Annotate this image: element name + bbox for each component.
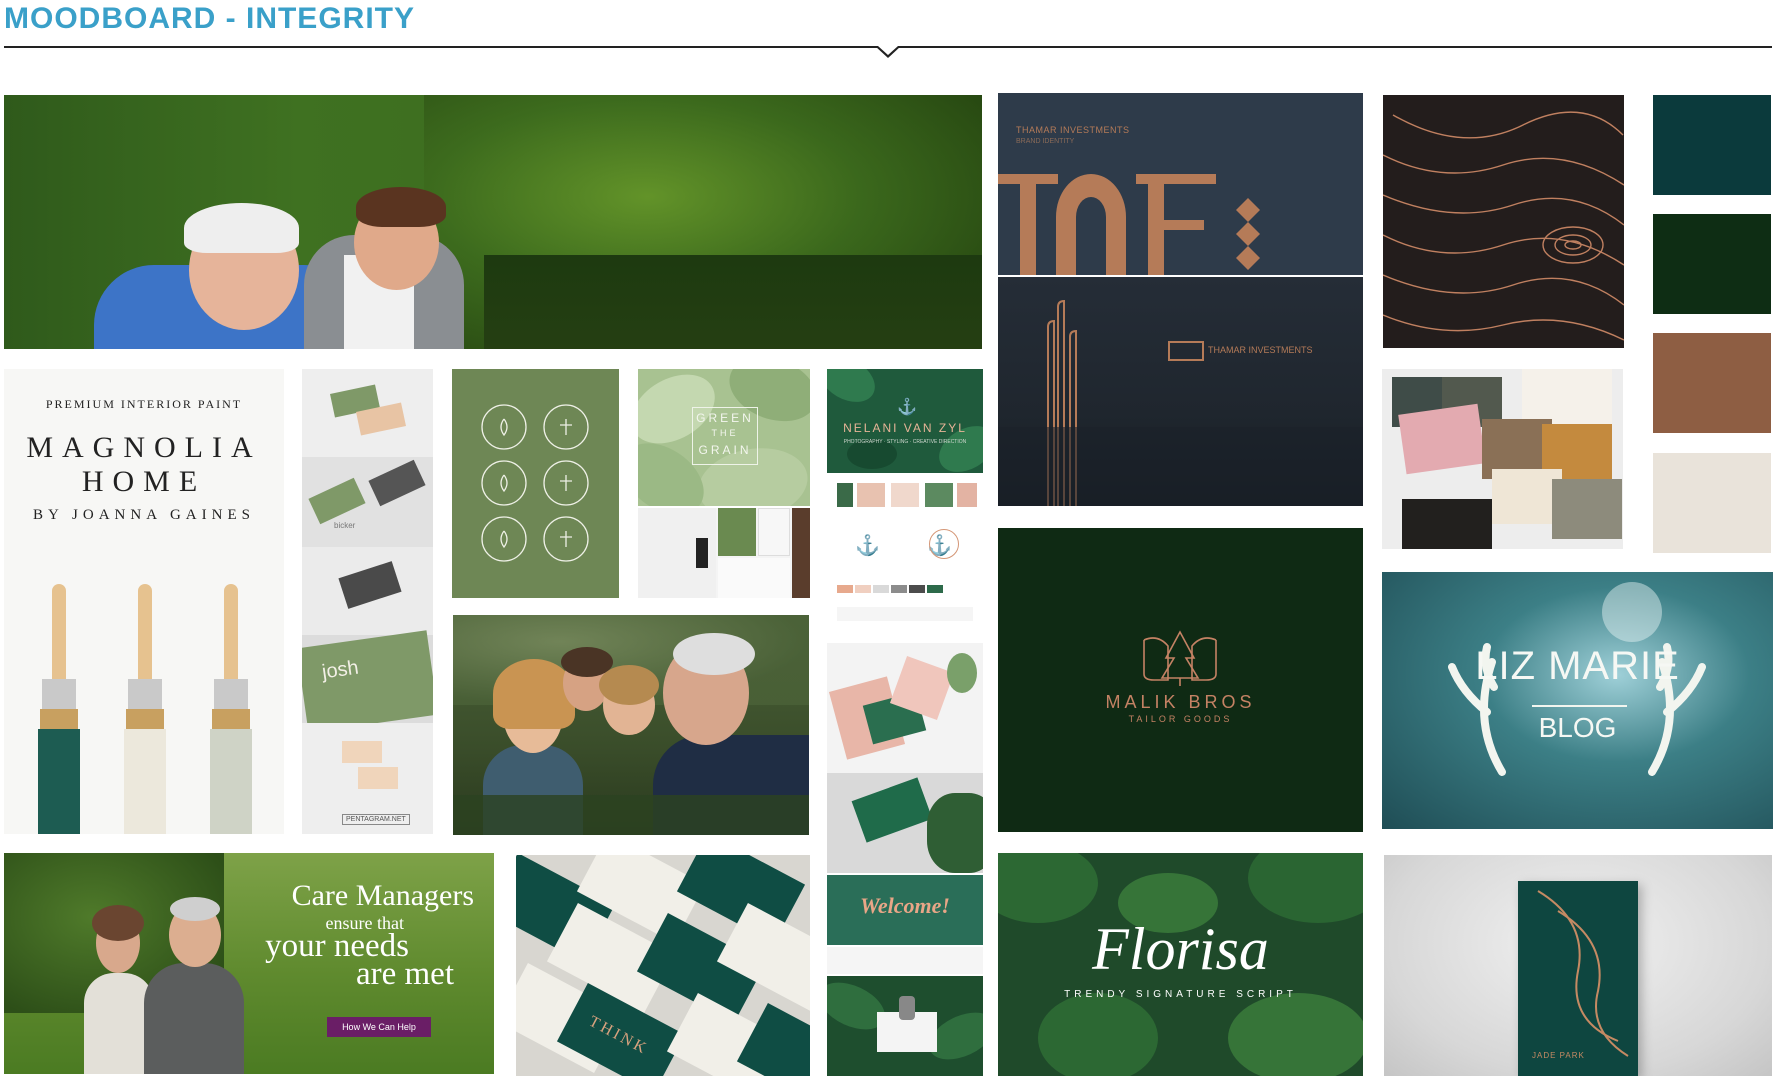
palette-swatch-cream: [1653, 453, 1771, 553]
welcome-text: Welcome!: [859, 893, 950, 918]
envelopes-tile: [1382, 369, 1623, 549]
liz-marie-tile: LIZ MARIE BLOG: [1382, 572, 1773, 829]
thamar-mini-mark: [1168, 341, 1204, 361]
liz-line2: BLOG: [1538, 712, 1617, 743]
welcome-tile: Welcome!: [827, 875, 983, 945]
magnolia-line4: BY JOANNA GAINES: [33, 507, 255, 523]
magnolia-line2: MAGNOLIA: [26, 431, 262, 464]
paintbrush-icon: [120, 584, 170, 834]
anchor-icon: ⚓: [897, 399, 917, 416]
business-card-brand: bicker: [334, 521, 356, 530]
card-name: JADE PARK: [1532, 1051, 1585, 1060]
green-grain-line3: GRAIN: [698, 443, 752, 457]
business-card-footer: PENTAGRAM.NET: [342, 814, 410, 825]
business-card: JADE PARK: [1518, 881, 1638, 1076]
wood-grain-tile: [1383, 95, 1624, 348]
nelani-tile: ⚓ NELANI VAN ZYL PHOTOGRAPHY · STYLING ·…: [827, 369, 983, 473]
green-grain-line1: GREEN: [696, 411, 754, 425]
badge-grid-icon: [481, 404, 589, 562]
caregiver-photo: [4, 95, 982, 349]
green-badges-tile: [452, 369, 619, 598]
magnolia-line1: PREMIUM INTERIOR PAINT: [45, 397, 243, 411]
florisa-sub: TRENDY SIGNATURE SCRIPT: [1064, 989, 1297, 1000]
malik-sub: TAILOR GOODS: [1128, 714, 1233, 724]
liz-line1: LIZ MARIE: [1475, 644, 1680, 688]
thamar-logo-text: THAMAR INVESTMENTS: [1208, 345, 1313, 355]
thamar-pillars-icon: [998, 299, 1363, 506]
thamar-logo-icon: [998, 174, 1260, 275]
nelani-name: NELANI VAN ZYL: [843, 421, 967, 435]
paintbrush-icon: [34, 584, 84, 834]
florisa-tile: Florisa TRENDY SIGNATURE SCRIPT: [998, 853, 1363, 1076]
green-grain-line2: THE: [711, 428, 739, 438]
business-cards-tile: bicker josh PENTAGRAM.NET: [302, 369, 433, 834]
interior-collage-tile: [638, 508, 810, 598]
welcome-leaves: [827, 976, 983, 1076]
copper-swirl-icon: [1537, 890, 1629, 1057]
group-photo: [453, 615, 809, 835]
green-grain-tile: GREEN THE GRAIN: [638, 369, 810, 506]
malik-name: MALIK BROS: [1105, 692, 1256, 712]
magnolia-tile: PREMIUM INTERIOR PAINT MAGNOLIA HOME BY …: [4, 369, 284, 834]
anchor-icon: ⚓: [855, 535, 880, 557]
antlers-icon: [1448, 643, 1706, 776]
thamar-city-tile: THAMAR INVESTMENTS: [998, 277, 1363, 506]
care-line1: Care Managers: [291, 879, 474, 912]
florisa-name: Florisa: [1092, 916, 1269, 982]
care-line4: are met: [355, 956, 454, 992]
nelani-brand-sheet: ⚓ ⚓: [827, 473, 983, 641]
think-cards-tile: THINK: [516, 855, 810, 1076]
malik-bros-tile: MALIK BROS TAILOR GOODS: [998, 528, 1363, 832]
magnolia-line3: HOME: [81, 465, 207, 498]
wood-grain-icon: [1383, 111, 1624, 341]
thamar-brand-tile: THAMAR INVESTMENTS BRAND IDENTITY: [998, 93, 1363, 275]
tree-crest-icon: [1143, 630, 1217, 686]
palette-swatch-green: [1653, 214, 1771, 314]
marble-card-tile: JADE PARK: [1384, 855, 1772, 1076]
welcome-strip: [827, 947, 983, 974]
palette-swatch-teal: [1653, 95, 1771, 195]
palette-swatch-copper: [1653, 333, 1771, 433]
page-title: MOODBOARD - INTEGRITY: [4, 2, 415, 35]
paintbrush-icon: [206, 584, 256, 834]
header-caret-inner: [878, 46, 898, 55]
nelani-tagline: PHOTOGRAPHY · STYLING · CREATIVE DIRECTI…: [843, 439, 967, 445]
pink-green-collage-tile: [827, 643, 983, 873]
care-help-button[interactable]: How We Can Help: [327, 1017, 431, 1037]
care-managers-tile: Care Managers ensure that your needs are…: [4, 853, 494, 1074]
